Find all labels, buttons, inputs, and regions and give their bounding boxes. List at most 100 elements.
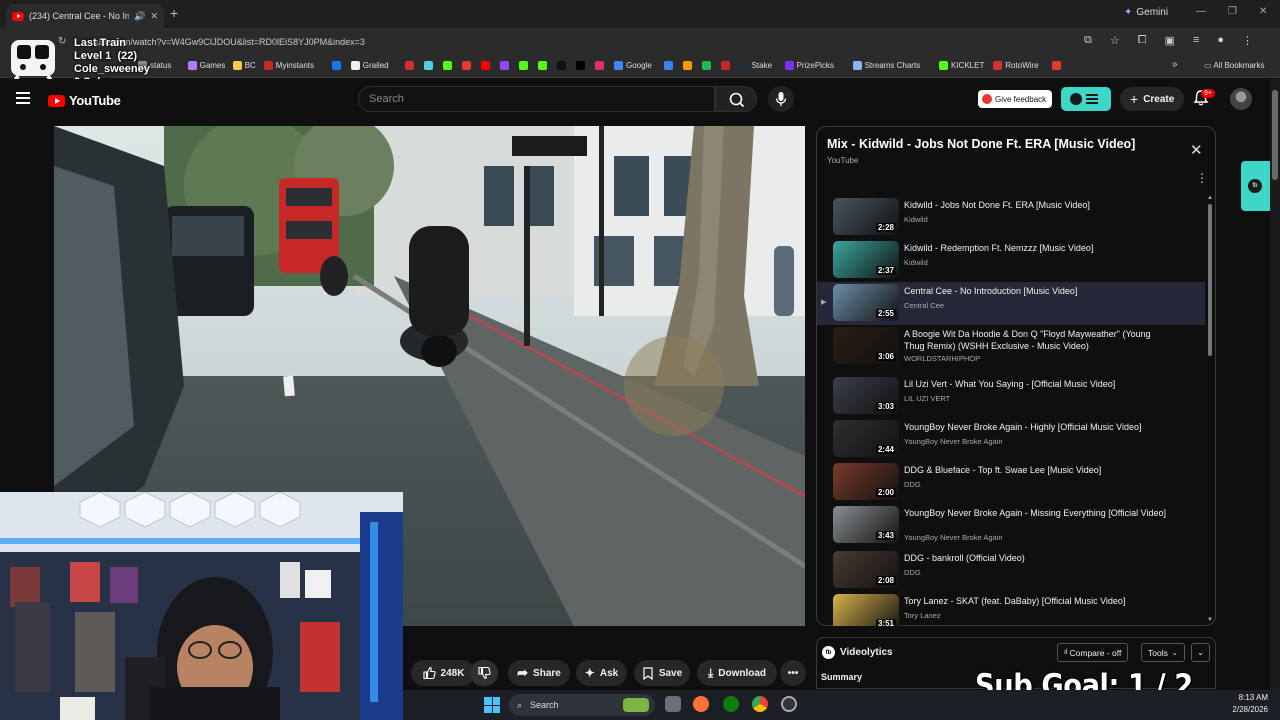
bookmark-item[interactable] <box>557 61 566 70</box>
playlist-scrollbar[interactable] <box>1208 204 1212 356</box>
video-thumbnail[interactable]: 3:43 <box>833 506 899 543</box>
channel-name[interactable]: Kidwild <box>904 258 928 267</box>
bookmark-item[interactable] <box>462 61 471 70</box>
bookmark-item[interactable]: RotoWire <box>993 61 1039 70</box>
channel-name[interactable]: Kidwild <box>904 215 928 224</box>
video-title[interactable]: Kidwild - Jobs Not Done Ft. ERA [Music V… <box>904 199 1166 211</box>
bookmarks-overflow-icon[interactable]: » <box>1172 59 1178 70</box>
playlist-item[interactable]: 3:03 Lil Uzi Vert - What You Saying - [Of… <box>817 375 1205 418</box>
bookmark-item[interactable] <box>595 61 604 70</box>
playlist-item[interactable]: 2:00 DDG & Blueface - Top ft. Swae Lee [M… <box>817 461 1205 504</box>
playlist-item[interactable]: 3:51 Tory Lanez - SKAT (feat. DaBaby) [Of… <box>817 592 1205 626</box>
new-tab-icon[interactable]: + <box>170 5 178 21</box>
video-thumbnail[interactable]: 2:55 <box>833 284 899 321</box>
tools-dropdown[interactable]: Tools ⌄ <box>1141 643 1185 662</box>
window-close-icon[interactable]: ✕ <box>1259 6 1267 17</box>
bookmark-item[interactable] <box>682 61 692 70</box>
minimize-icon[interactable]: — <box>1196 6 1206 17</box>
bookmark-star-icon[interactable]: ☆ <box>1110 34 1120 47</box>
channel-name[interactable]: YoungBoy Never Broke Again <box>904 533 1003 542</box>
browser-menu-icon[interactable]: ⋮ <box>1242 34 1253 47</box>
more-actions-button[interactable]: ••• <box>780 660 806 686</box>
video-thumbnail[interactable]: 3:51 <box>833 594 899 626</box>
profile-icon[interactable]: ● <box>1217 34 1224 47</box>
scroll-down-icon[interactable]: ▼ <box>1207 617 1213 623</box>
video-thumbnail[interactable]: 3:03 <box>833 377 899 414</box>
video-thumbnail[interactable]: 3:06 <box>833 327 899 364</box>
search-button[interactable] <box>715 86 757 112</box>
bookmark-item[interactable] <box>519 61 528 70</box>
channel-name[interactable]: Tory Lanez <box>904 611 941 620</box>
bookmark-item[interactable]: PrizePicks <box>784 61 834 70</box>
app-icon[interactable] <box>781 696 797 712</box>
playlist-item[interactable]: ▶ 2:55 Central Cee - No Introduction [Musi… <box>817 282 1205 325</box>
taskbar-search[interactable]: ⌕ Search <box>509 694 655 716</box>
gemini-button[interactable]: ✦ Gemini <box>1124 7 1168 18</box>
bookmark-item[interactable] <box>1052 61 1061 70</box>
bookmark-item[interactable]: Streams Charts <box>852 61 920 70</box>
bookmark-item[interactable] <box>481 61 490 70</box>
video-thumbnail[interactable]: 2:00 <box>833 463 899 500</box>
channel-name[interactable]: Central Cee <box>904 301 944 310</box>
ask-button[interactable]: ✦ Ask <box>576 660 627 686</box>
bookmark-item[interactable] <box>405 61 414 70</box>
bookmark-item[interactable]: Grailed <box>350 61 389 70</box>
side-extension-tab[interactable]: fb <box>1241 161 1270 211</box>
hamburger-menu-icon[interactable] <box>16 92 30 107</box>
video-title[interactable]: Kidwild - Redemption Ft. Nemzzz [Music V… <box>904 242 1166 254</box>
download-button[interactable]: ⤓ Download <box>697 660 777 686</box>
task-view-icon[interactable] <box>665 696 681 712</box>
voice-search-button[interactable] <box>768 86 794 112</box>
playlist-close-icon[interactable]: ✕ <box>1190 141 1203 159</box>
video-title[interactable]: Lil Uzi Vert - What You Saying - [Offici… <box>904 378 1166 390</box>
playlist-item[interactable]: 3:43 YoungBoy Never Broke Again - Missing… <box>817 504 1205 547</box>
bookmark-item[interactable] <box>443 61 452 70</box>
xbox-icon[interactable] <box>723 696 739 712</box>
bookmark-item[interactable] <box>720 61 730 70</box>
speaker-icon[interactable]: 🔊 <box>134 11 145 22</box>
video-title[interactable]: Tory Lanez - SKAT (feat. DaBaby) [Offici… <box>904 595 1166 607</box>
dislike-button[interactable] <box>470 660 498 686</box>
extension-toggle-button[interactable] <box>1061 87 1111 111</box>
reload-icon[interactable]: ↻ <box>58 36 66 47</box>
video-thumbnail[interactable]: 2:28 <box>833 198 899 235</box>
channel-name[interactable]: LIL UZI VERT <box>904 394 950 403</box>
side-panel-icon[interactable]: ▣ <box>1165 34 1175 47</box>
bookmark-item[interactable] <box>538 61 547 70</box>
bookmark-item[interactable]: Google <box>614 61 652 70</box>
all-bookmarks[interactable]: ▭ All Bookmarks <box>1204 61 1264 70</box>
video-thumbnail[interactable]: 2:44 <box>833 420 899 457</box>
playlist-item[interactable]: 3:06 A Boogie Wit Da Hoodie & Don Q "Floy… <box>817 325 1205 368</box>
video-thumbnail[interactable]: 2:08 <box>833 551 899 588</box>
playlist-item[interactable]: 2:08 DDG - bankroll (Official Video) DDG <box>817 549 1205 592</box>
maximize-icon[interactable]: ❐ <box>1228 6 1237 17</box>
bookmark-item[interactable] <box>500 61 509 70</box>
video-title[interactable]: YoungBoy Never Broke Again - Missing Eve… <box>904 507 1166 519</box>
video-title[interactable]: DDG - bankroll (Official Video) <box>904 552 1166 564</box>
channel-name[interactable]: DDG <box>904 480 921 489</box>
install-app-icon[interactable]: ⧉ <box>1084 34 1092 47</box>
channel-name[interactable]: WORLDSTARHIPHOP <box>904 354 980 363</box>
search-input[interactable] <box>358 86 715 112</box>
compare-toggle-button[interactable]: ıl Compare - off <box>1057 643 1129 662</box>
channel-name[interactable]: DDG <box>904 568 921 577</box>
system-clock[interactable]: 8:13 AM 2/28/2026 <box>1224 692 1268 716</box>
bookmark-item[interactable] <box>424 61 433 70</box>
bookmark-item[interactable]: Games <box>187 61 225 70</box>
bookmark-item[interactable] <box>701 61 711 70</box>
reading-list-icon[interactable]: ≡ <box>1193 34 1199 47</box>
account-avatar[interactable] <box>1230 88 1252 110</box>
video-title[interactable]: A Boogie Wit Da Hoodie & Don Q "Floyd Ma… <box>904 328 1166 352</box>
chrome-icon[interactable] <box>752 696 768 712</box>
bookmark-item[interactable]: Myinstants <box>263 61 314 70</box>
browser-tab[interactable]: (234) Central Cee - No Intro 🔊 ✕ <box>6 4 164 28</box>
video-title[interactable]: DDG & Blueface - Top ft. Swae Lee [Music… <box>904 464 1166 476</box>
playlist-item[interactable]: 2:44 YoungBoy Never Broke Again - Highly … <box>817 418 1205 461</box>
bookmark-item[interactable]: BC <box>232 61 256 70</box>
bookmark-item[interactable] <box>663 61 673 70</box>
scroll-up-icon[interactable]: ▲ <box>1207 195 1213 201</box>
playlist-more-icon[interactable]: ⋮ <box>1196 171 1208 185</box>
give-feedback-button[interactable]: Give feedback <box>978 90 1053 108</box>
bookmark-item[interactable] <box>576 61 585 70</box>
bookmark-item[interactable] <box>331 61 341 70</box>
